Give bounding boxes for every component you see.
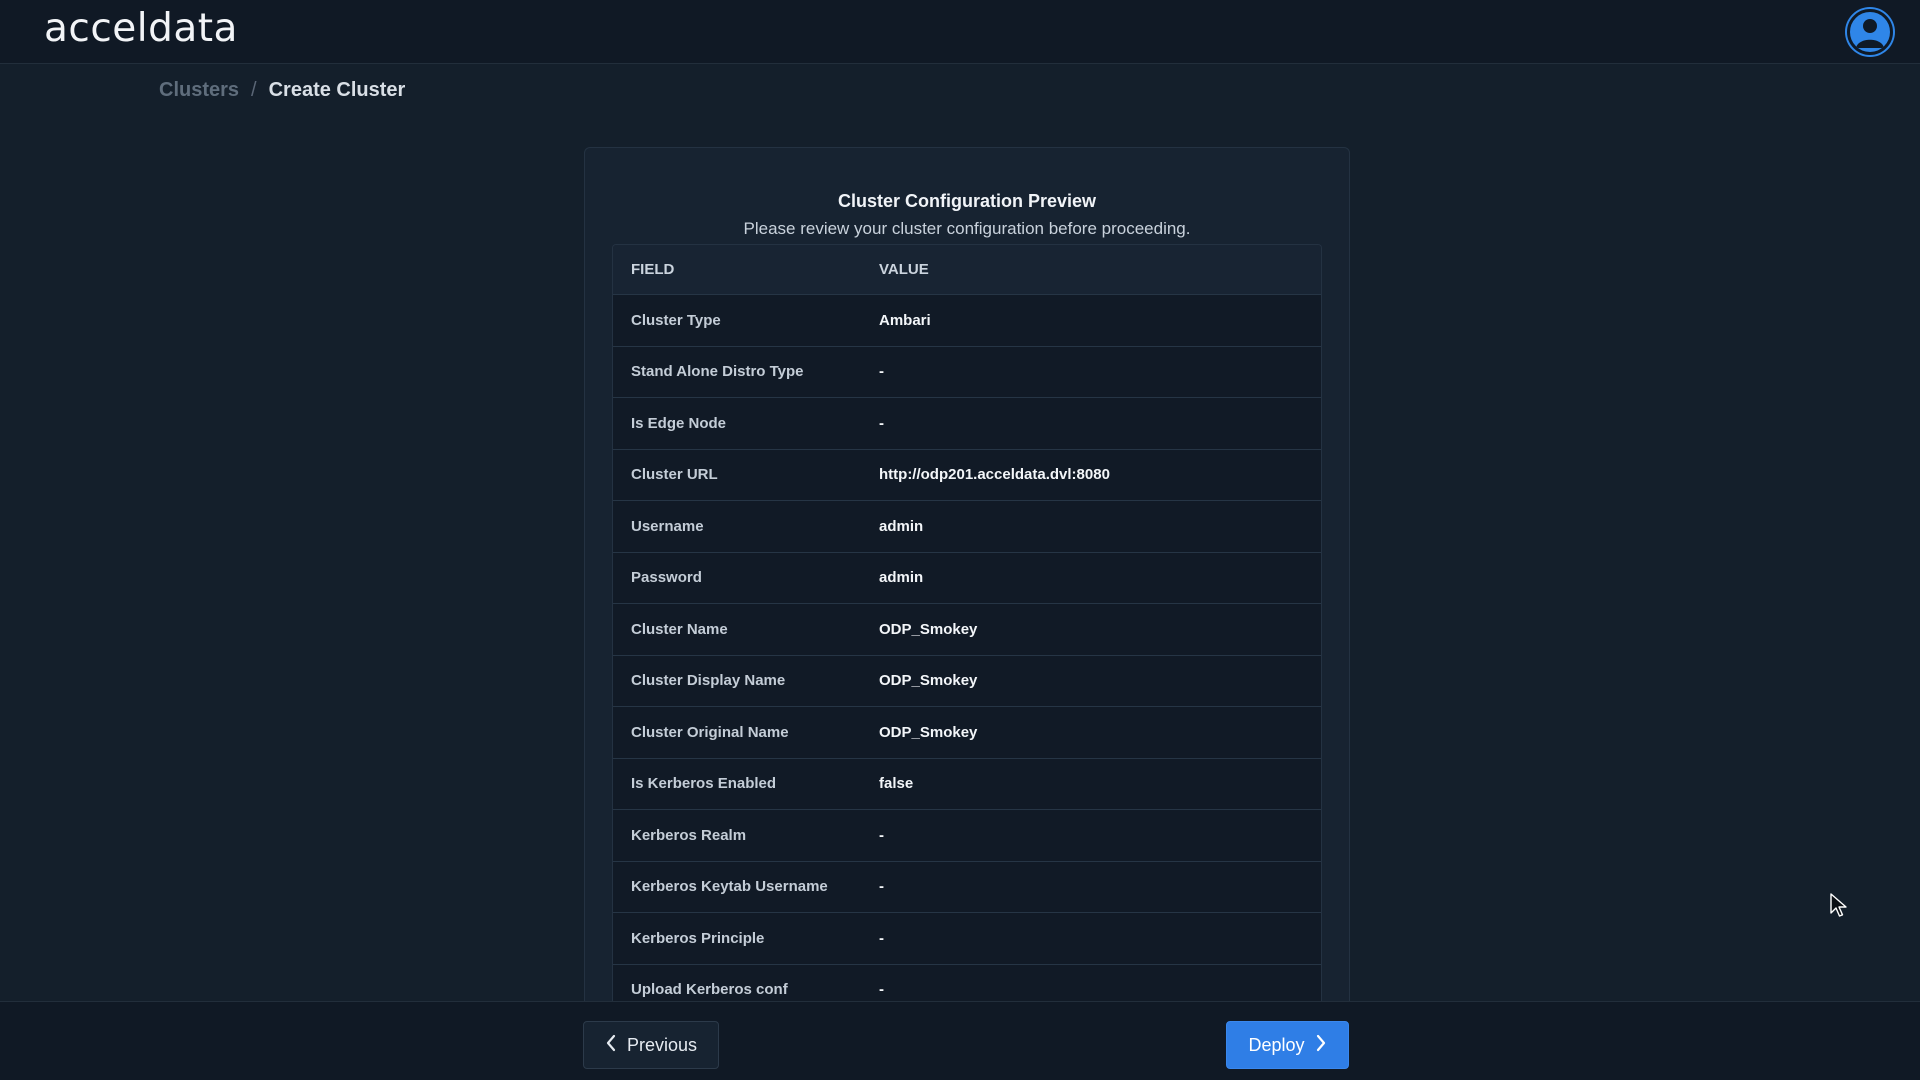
row-field-value: ODP_Smokey <box>861 603 1321 656</box>
column-header-value: VALUE <box>861 245 1321 295</box>
row-field-value: false <box>861 758 1321 810</box>
table-row: Stand Alone Distro Type - <box>613 346 1321 398</box>
row-field-label: Stand Alone Distro Type <box>613 346 861 398</box>
cluster-preview-card: Cluster Configuration Preview Please rev… <box>584 147 1350 1009</box>
table-row: Cluster Type Ambari <box>613 294 1321 347</box>
deploy-button-label: Deploy <box>1248 1034 1305 1055</box>
table-row: Cluster Original Name ODP_Smokey <box>613 706 1321 759</box>
acceldata-logo[interactable]: acceldata <box>44 6 238 51</box>
deploy-button[interactable]: Deploy <box>1226 1021 1349 1069</box>
previous-button-label: Previous <box>626 1034 698 1055</box>
table-row: Cluster Display Name ODP_Smokey <box>613 655 1321 707</box>
table-row: Username admin <box>613 500 1321 553</box>
row-field-label: Kerberos Realm <box>613 809 861 862</box>
row-field-label: Cluster Type <box>613 294 861 347</box>
column-header-field: FIELD <box>613 245 861 295</box>
breadcrumb: Clusters / Create Cluster <box>159 79 405 102</box>
breadcrumb-clusters-link[interactable]: Clusters <box>159 79 239 102</box>
row-field-value: - <box>861 397 1321 450</box>
mouse-pointer-icon <box>1830 893 1847 917</box>
row-field-label: Kerberos Keytab Username <box>613 861 861 913</box>
footer-bar: Previous Deploy <box>0 1001 1920 1080</box>
chevron-right-icon <box>1315 1034 1327 1056</box>
chevron-left-icon <box>605 1034 617 1056</box>
previous-button[interactable]: Previous <box>583 1021 719 1069</box>
row-field-value: - <box>861 861 1321 913</box>
row-field-value: ODP_Smokey <box>861 655 1321 707</box>
breadcrumb-separator: / <box>251 79 257 101</box>
row-field-label: Password <box>613 552 861 604</box>
row-field-value: admin <box>861 552 1321 604</box>
table-header-row: FIELD VALUE <box>613 245 1321 295</box>
row-field-value: - <box>861 912 1321 965</box>
table-row: Kerberos Realm - <box>613 809 1321 862</box>
row-field-value: ODP_Smokey <box>861 706 1321 759</box>
top-header: acceldata <box>0 0 1920 64</box>
table-row: Is Edge Node - <box>613 397 1321 450</box>
table-row: Password admin <box>613 552 1321 604</box>
row-field-label: Cluster Display Name <box>613 655 861 707</box>
table-body: Cluster Type Ambari Stand Alone Distro Typ… <box>613 294 1321 1009</box>
row-field-label: Is Edge Node <box>613 397 861 450</box>
table-row: Kerberos Principle - <box>613 912 1321 965</box>
user-avatar-icon[interactable] <box>1847 9 1893 55</box>
breadcrumb-current: Create Cluster <box>268 79 406 101</box>
row-field-value: http://odp201.acceldata.dvl:8080 <box>861 449 1321 501</box>
row-field-label: Cluster URL <box>613 449 861 501</box>
table-row: Cluster URL http://odp201.acceldata.dvl:8… <box>613 449 1321 501</box>
row-field-label: Cluster Name <box>613 603 861 656</box>
row-field-label: Username <box>613 500 861 553</box>
row-field-label: Kerberos Principle <box>613 912 861 965</box>
app-root: acceldata Clusters / Create Cluster Clus… <box>0 0 1920 1080</box>
table-row: Kerberos Keytab Username - <box>613 861 1321 913</box>
row-field-label: Is Kerberos Enabled <box>613 758 861 810</box>
table-row: Cluster Name ODP_Smokey <box>613 603 1321 656</box>
row-field-value: - <box>861 346 1321 398</box>
row-field-value: admin <box>861 500 1321 553</box>
preview-table: FIELD VALUE Cluster Type Ambari Stand Alon… <box>613 245 1321 1009</box>
row-field-value: Ambari <box>861 294 1321 347</box>
row-field-label: Cluster Original Name <box>613 706 861 759</box>
row-field-value: - <box>861 809 1321 862</box>
preview-subtitle: Please review your cluster configuration… <box>743 219 1191 238</box>
preview-title: Cluster Configuration Preview <box>837 191 1097 211</box>
preview-table-container[interactable]: FIELD VALUE Cluster Type Ambari Stand Alon… <box>612 244 1322 1009</box>
table-row: Is Kerberos Enabled false <box>613 758 1321 810</box>
